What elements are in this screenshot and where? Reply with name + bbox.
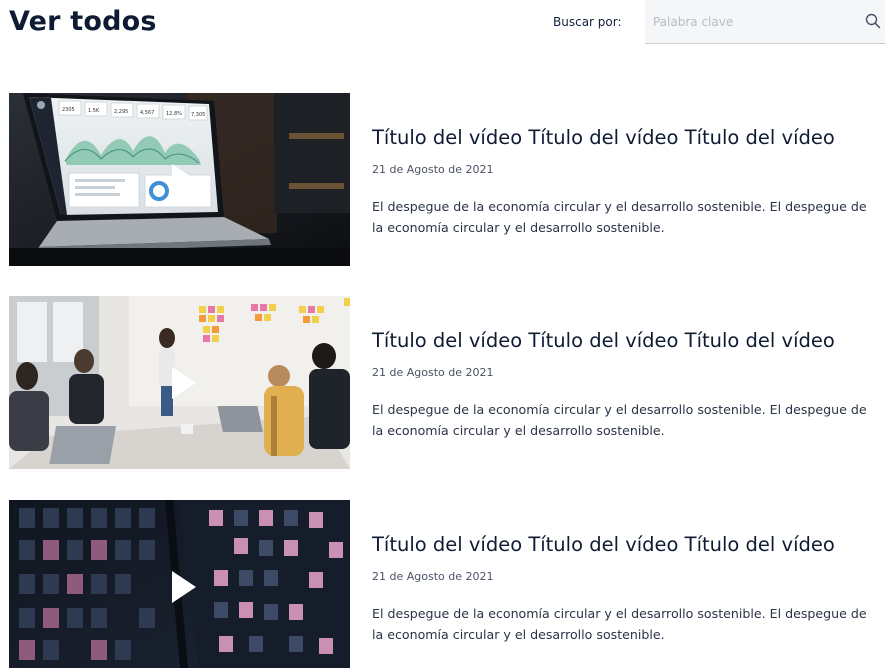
video-item: Título del vídeo Título del vídeo Título…	[9, 500, 885, 668]
play-icon[interactable]	[170, 162, 198, 198]
video-date: 21 de Agosto de 2021	[372, 366, 494, 379]
video-description: El despegue de la economía circular y el…	[372, 606, 867, 642]
video-title[interactable]: Título del vídeo Título del vídeo Título…	[372, 533, 835, 556]
video-thumbnail[interactable]	[9, 500, 350, 668]
video-title[interactable]: Título del vídeo Título del vídeo Título…	[372, 126, 835, 149]
video-date: 21 de Agosto de 2021	[372, 163, 494, 176]
video-thumbnail[interactable]	[9, 296, 350, 469]
thumb-stat: 7,305	[191, 112, 205, 118]
video-item: 2305 1.5K 2,295 4,567 12.8% 7,305 Título…	[9, 93, 885, 266]
video-description: El despegue de la economía circular y el…	[372, 402, 867, 438]
thumb-stat: 12.8%	[166, 111, 182, 117]
video-list-page: Ver todos Buscar por: Palabra clave 2305…	[0, 0, 885, 668]
play-icon[interactable]	[170, 365, 198, 401]
search-input[interactable]	[653, 12, 853, 32]
search-label: Buscar por:	[553, 15, 622, 29]
play-icon[interactable]	[170, 569, 198, 605]
video-item: Título del vídeo Título del vídeo Título…	[9, 296, 885, 469]
thumb-stat: 1.5K	[88, 108, 100, 114]
thumb-stat: 2,295	[114, 109, 128, 115]
page-title: Ver todos	[9, 6, 157, 37]
video-date: 21 de Agosto de 2021	[372, 570, 494, 583]
search-icon[interactable]	[864, 12, 882, 30]
thumb-stat: 4,567	[140, 110, 154, 116]
thumb-stat: 2305	[62, 107, 75, 113]
search-box[interactable]	[645, 0, 885, 44]
video-title[interactable]: Título del vídeo Título del vídeo Título…	[372, 329, 835, 352]
video-thumbnail[interactable]: 2305 1.5K 2,295 4,567 12.8% 7,305	[9, 93, 350, 266]
video-description: El despegue de la economía circular y el…	[372, 199, 867, 235]
